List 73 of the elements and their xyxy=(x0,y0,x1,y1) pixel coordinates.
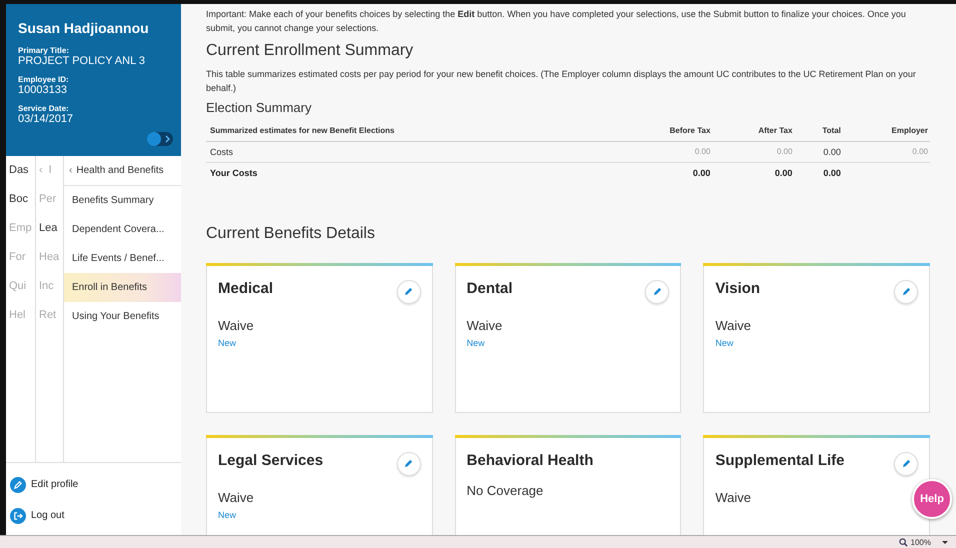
nav-item[interactable]: Lea xyxy=(39,214,63,243)
section-heading: Current Benefits Details xyxy=(206,224,376,243)
pencil-icon xyxy=(652,287,662,296)
nav-item[interactable]: Dependent Covera... xyxy=(64,215,181,244)
subsection-heading: Election Summary xyxy=(206,100,312,115)
column-header: Before Tax xyxy=(616,122,712,142)
status-note: New xyxy=(466,338,486,348)
status-note: New xyxy=(218,338,238,348)
pencil-icon xyxy=(10,476,26,492)
nav-item[interactable]: Boc xyxy=(9,185,35,214)
back-icon[interactable]: ‹ xyxy=(69,156,72,185)
card-title: Supplemental Life xyxy=(715,452,845,469)
user-name: Susan Hadjioannou xyxy=(18,20,150,36)
table-cell: 0.00 xyxy=(776,147,792,156)
field-label: Service Date: xyxy=(18,104,70,113)
nav-item[interactable]: Life Events / Benef... xyxy=(64,244,181,273)
column-header: Summarized estimates for new Benefit Elections xyxy=(206,122,616,142)
coverage-status: Waive xyxy=(466,318,504,333)
back-icon[interactable]: ‹ xyxy=(39,156,43,185)
column-header: After Tax xyxy=(712,122,794,142)
pencil-icon xyxy=(404,459,414,468)
field-value: 10003133 xyxy=(18,84,68,96)
zoom-level: 100% xyxy=(910,538,931,547)
edit-button[interactable] xyxy=(396,452,421,476)
description-text: This table summarizes estimated costs per pay period for your new benefit choices. (The Employer column displays the amount UC contributes to the UC Retirement Plan on your behalf.) xyxy=(206,68,917,95)
edit-button[interactable] xyxy=(645,280,670,304)
exit-icon xyxy=(10,508,26,524)
edit-button[interactable] xyxy=(396,280,421,304)
card-title: Medical xyxy=(218,280,274,297)
coverage-status: No Coverage xyxy=(466,482,544,498)
edit-button[interactable] xyxy=(894,280,918,304)
edit-button[interactable] xyxy=(894,452,918,476)
pencil-icon xyxy=(902,287,910,296)
nav-item[interactable]: Benefits Summary xyxy=(64,186,181,215)
notice-text: Important: Make each of your benefits choices by selecting the Edit button. When you have completed your selections, use the Submit button to finalize your choices. Once you submit, you cannot change your selections. xyxy=(206,8,907,35)
nav-title: Health and Benefits xyxy=(76,164,164,178)
table-cell: Costs xyxy=(210,146,234,157)
field-value: PROJECT POLICY ANL 3 xyxy=(18,55,146,67)
pencil-icon xyxy=(902,459,910,468)
edit-profile-link[interactable]: Edit profile xyxy=(10,469,181,500)
nav-item[interactable]: Enroll in Benefits xyxy=(64,273,181,302)
coverage-status: Waive xyxy=(218,490,255,505)
card-title: Vision xyxy=(715,280,760,297)
table-cell: 0.00 xyxy=(694,147,710,156)
coverage-status: Waive xyxy=(218,318,255,333)
section-heading: Current Enrollment Summary xyxy=(206,42,414,60)
table-cell: 0.00 xyxy=(692,168,710,178)
table-cell: 0.00 xyxy=(912,147,928,156)
column-header: Total xyxy=(794,122,843,142)
status-note: New xyxy=(218,510,238,520)
table-cell: 0.00 xyxy=(823,146,841,157)
card-title: Behavioral Health xyxy=(466,452,594,469)
coverage-status: Waive xyxy=(715,318,752,333)
table-cell: 0.00 xyxy=(823,168,841,178)
table-cell: 0.00 xyxy=(774,168,792,178)
nav-item[interactable]: Using Your Benefits xyxy=(64,302,181,331)
column-header: Employer xyxy=(842,122,930,142)
status-note: New xyxy=(715,338,734,348)
log-out-link[interactable]: Log out xyxy=(10,500,181,531)
field-label: Employee ID: xyxy=(18,75,70,84)
card-title: Dental xyxy=(466,280,512,297)
zoom-icon xyxy=(898,538,908,547)
field-value: 03/14/2017 xyxy=(18,113,74,125)
coverage-status: Waive xyxy=(715,490,752,505)
pencil-icon xyxy=(404,287,414,296)
nav-item[interactable]: Das xyxy=(9,156,35,185)
caret-icon[interactable] xyxy=(942,541,948,544)
card-title: Legal Services xyxy=(218,452,324,469)
nav-title: I xyxy=(48,163,52,178)
toggle-switch[interactable] xyxy=(147,132,173,146)
field-label: Primary Title: xyxy=(18,46,70,55)
help-button[interactable]: Help xyxy=(912,479,952,519)
table-cell: Your Costs xyxy=(210,168,258,178)
